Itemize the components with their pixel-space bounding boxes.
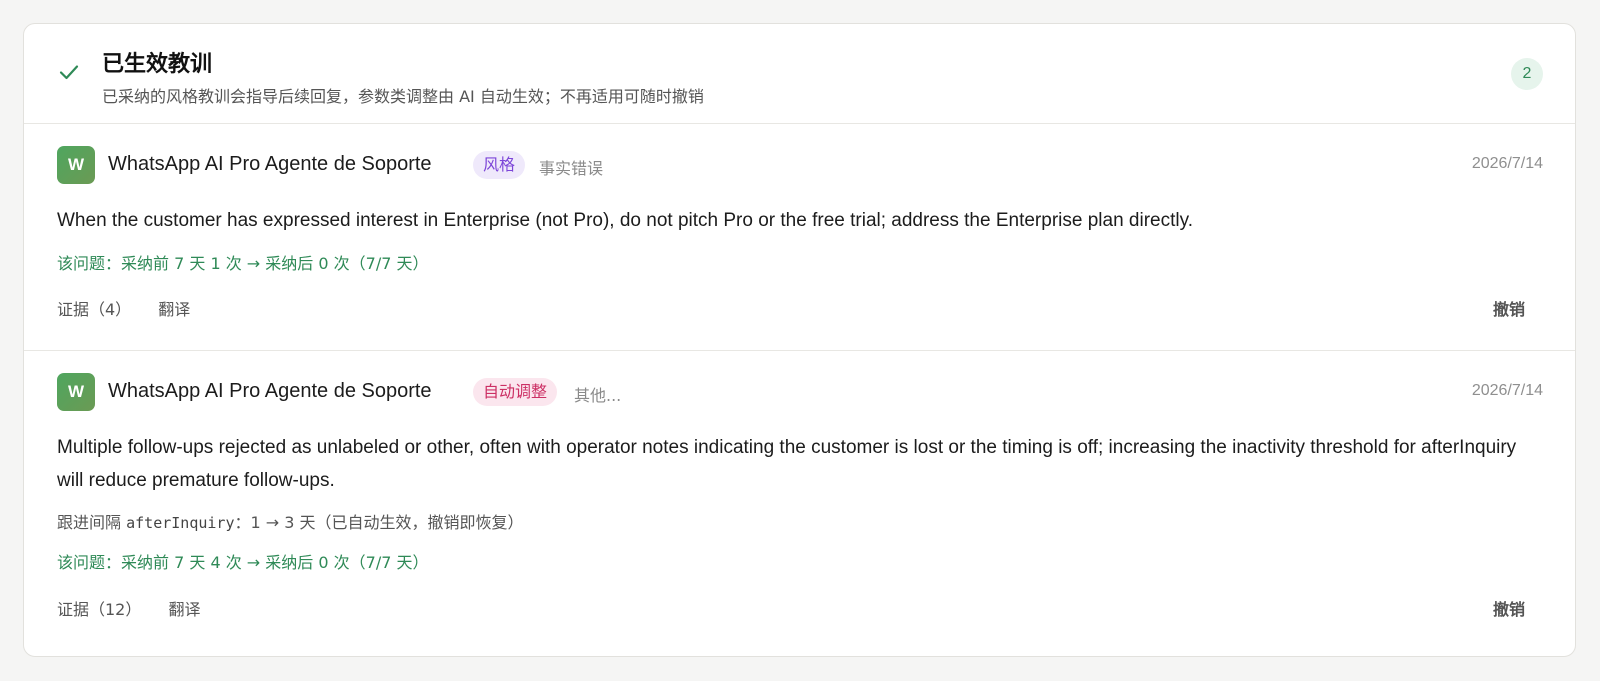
check-icon xyxy=(59,65,79,80)
revoke-button[interactable]: 撤销 xyxy=(1493,596,1525,620)
evidence-button[interactable]: 证据（4） xyxy=(57,300,131,319)
count-badge: 2 xyxy=(1511,58,1543,90)
lesson-type-tag: 自动调整 xyxy=(473,378,558,406)
lesson-type-tag: 风格 xyxy=(473,151,526,179)
avatar: W xyxy=(57,146,95,184)
lesson-category: 其他... xyxy=(574,386,622,405)
lesson-date: 2026/7/14 xyxy=(1471,155,1543,172)
lesson-card: W WhatsApp AI Pro Agente de Soporte 自动调整… xyxy=(24,350,1575,656)
lesson-stat: 该问题：采纳前 7 天 4 次 → 采纳后 0 次（7/7 天） xyxy=(57,553,429,572)
agent-name: WhatsApp AI Pro Agente de Soporte xyxy=(108,380,432,402)
evidence-button[interactable]: 证据（12） xyxy=(57,600,141,619)
applied-lessons-panel: 已生效教训 已采纳的风格教训会指导后续回复，参数类调整由 AI 自动生效；不再适… xyxy=(23,23,1576,657)
lesson-actions: 证据（12） 翻译 xyxy=(57,596,222,620)
param-change: 跟进间隔 afterInquiry：1 → 3 天（已自动生效，撤销即恢复） xyxy=(57,509,524,533)
lesson-text: Multiple follow-ups rejected as unlabele… xyxy=(57,437,1517,491)
panel-title: 已生效教训 xyxy=(102,52,213,77)
panel-subtitle: 已采纳的风格教训会指导后续回复，参数类调整由 AI 自动生效；不再适用可随时撤销 xyxy=(102,87,704,106)
revoke-button[interactable]: 撤销 xyxy=(1493,296,1525,320)
lesson-card: W WhatsApp AI Pro Agente de Soporte 风格 事… xyxy=(24,124,1575,350)
lesson-text: When the customer has expressed interest… xyxy=(57,210,1193,231)
avatar: W xyxy=(57,373,95,411)
param-value: ：1 → 3 天（已自动生效，撤销即恢复） xyxy=(234,513,524,532)
panel-header: 已生效教训 已采纳的风格教训会指导后续回复，参数类调整由 AI 自动生效；不再适… xyxy=(24,24,1575,124)
param-key: afterInquiry xyxy=(126,514,235,532)
lesson-stat: 该问题：采纳前 7 天 1 次 → 采纳后 0 次（7/7 天） xyxy=(57,254,429,273)
lesson-actions: 证据（4） 翻译 xyxy=(57,296,212,320)
lesson-date: 2026/7/14 xyxy=(1471,382,1543,399)
translate-button[interactable]: 翻译 xyxy=(158,300,190,319)
param-label: 跟进间隔 xyxy=(57,513,122,532)
lesson-category: 事实错误 xyxy=(539,159,604,178)
translate-button[interactable]: 翻译 xyxy=(168,600,200,619)
agent-name: WhatsApp AI Pro Agente de Soporte xyxy=(108,153,432,175)
